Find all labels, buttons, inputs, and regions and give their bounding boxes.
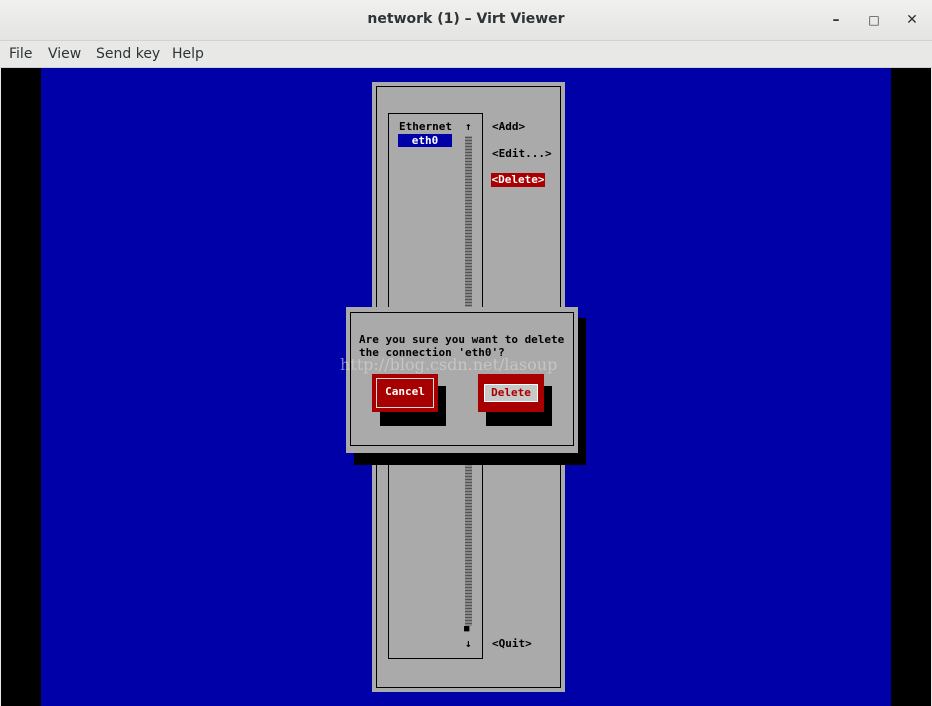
cancel-button-label: Cancel <box>376 378 434 408</box>
window-titlebar[interactable]: network (1) – Virt Viewer – □ ✕ <box>0 0 932 41</box>
menubar: File View Send key Help <box>0 41 932 68</box>
dialog-message-line1: Are you sure you want to delete <box>359 333 565 346</box>
menu-help[interactable]: Help <box>172 46 204 62</box>
scroll-thumb-icon[interactable]: ■ <box>464 624 469 634</box>
add-button[interactable]: <Add> <box>492 120 525 133</box>
list-header-ethernet: Ethernet <box>399 120 452 133</box>
quit-button[interactable]: <Quit> <box>492 637 532 650</box>
minimize-icon[interactable]: – <box>826 10 846 30</box>
scroll-up-icon[interactable]: ↑ <box>465 120 472 133</box>
watermark-text: http://blog.csdn.net/lasoup <box>340 355 558 374</box>
delete-button[interactable]: <Delete> <box>491 173 545 187</box>
list-item-eth0[interactable]: eth0 <box>398 134 452 147</box>
menu-view[interactable]: View <box>48 46 81 62</box>
confirm-delete-button[interactable]: Delete <box>478 374 544 412</box>
cancel-button[interactable]: Cancel <box>372 374 438 412</box>
edit-button[interactable]: <Edit...> <box>492 147 552 160</box>
window-title: network (1) – Virt Viewer <box>367 11 565 27</box>
confirm-delete-button-label: Delete <box>484 384 538 402</box>
menu-send-key[interactable]: Send key <box>96 46 160 62</box>
maximize-icon[interactable]: □ <box>864 10 884 30</box>
menu-file[interactable]: File <box>9 46 32 62</box>
close-icon[interactable]: ✕ <box>902 10 922 30</box>
scroll-down-icon[interactable]: ↓ <box>465 637 472 650</box>
